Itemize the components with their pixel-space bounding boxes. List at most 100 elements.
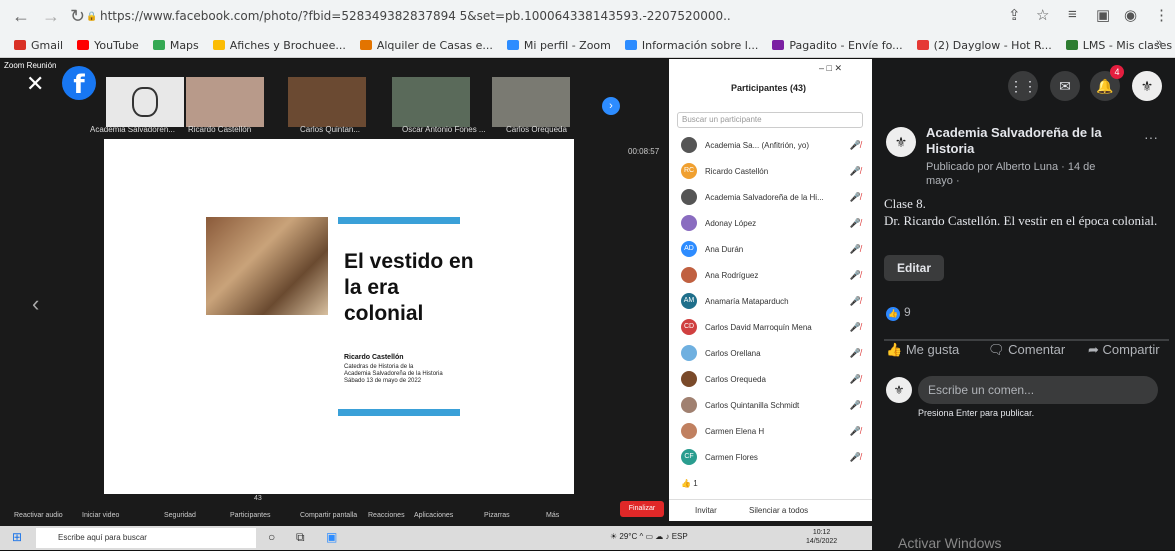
taskbar-search-input[interactable]: Escribe aquí para buscar [36, 528, 256, 548]
reload-icon[interactable]: ↻ [70, 6, 85, 27]
thumbnail-4[interactable] [492, 77, 570, 127]
thumbs-up-icon: 👍 [886, 342, 906, 357]
zoom-toolbar-button-2[interactable]: Seguridad [164, 512, 196, 519]
forward-icon[interactable]: → [42, 6, 60, 27]
bookmark-icon [77, 40, 90, 50]
bookmark-1[interactable]: YouTube [77, 36, 139, 54]
page-name[interactable]: Academia Salvadoreña de la Historia [926, 125, 1126, 157]
participant-avatar: AD [681, 241, 697, 257]
muted-mic-icon: 🎤̸ [849, 399, 861, 410]
thumbnail-0[interactable] [106, 77, 184, 127]
mute-all-button[interactable]: Silenciar a todos [749, 506, 808, 515]
comment-label: Comentar [1008, 342, 1066, 357]
participant-row[interactable]: Academia Salvadoreña de la Hi... 🎤̸ [681, 187, 861, 207]
zoom-toolbar-button-4[interactable]: Compartir pantalla [300, 512, 357, 519]
more-bookmarks-icon[interactable]: » [1156, 37, 1162, 49]
bookmark-2[interactable]: Maps [152, 36, 199, 54]
account-avatar-icon[interactable]: ⚜ [1132, 71, 1162, 101]
bookmark-8[interactable]: (2) Dayglow - Hot R... [916, 36, 1052, 54]
weather-temp: 29°C [619, 532, 638, 541]
next-thumbnails-icon[interactable]: › [602, 97, 620, 115]
cortana-icon[interactable]: ○ [268, 530, 275, 544]
panel-footer: Invitar Silenciar a todos [669, 499, 872, 521]
participant-row[interactable]: Carlos Quintanilla Schmidt 🎤̸ [681, 395, 861, 415]
participant-row[interactable]: CD Carlos David Marroquín Mena 🎤̸ [681, 317, 861, 337]
weather-icon: ☀ [610, 532, 620, 541]
profile-icon[interactable]: ◉ [1124, 6, 1137, 24]
messenger-icon[interactable]: ✉ [1050, 71, 1080, 101]
participant-row[interactable]: Ana Rodríguez 🎤̸ [681, 265, 861, 285]
participant-row[interactable]: Carlos Orequeda 🎤̸ [681, 369, 861, 389]
thumbnail-1[interactable] [186, 77, 264, 127]
bookmark-3[interactable]: Afiches y Brochuee... [212, 36, 346, 54]
end-meeting-button[interactable]: Finalizar [620, 501, 664, 517]
raised-hands: 👍 1 [681, 479, 698, 488]
participant-row[interactable]: AD Ana Durán 🎤̸ [681, 239, 861, 259]
zoom-toolbar-button-1[interactable]: Iniciar video [82, 512, 119, 519]
bookmark-4[interactable]: Alquiler de Casas e... [359, 36, 493, 54]
zoom-toolbar-button-6[interactable]: Aplicaciones [414, 512, 453, 519]
zoom-taskbar-icon[interactable]: ▣ [326, 530, 337, 544]
zoom-toolbar-button-3[interactable]: Participantes [230, 512, 270, 519]
zoom-toolbar-button-5[interactable]: Reacciones [368, 512, 405, 519]
bookmark-label: Pagadito - Envíe fo... [789, 38, 903, 52]
comment-button[interactable]: 🗨 Comentar [988, 342, 1065, 358]
windows-start-icon[interactable]: ⊞ [12, 530, 22, 544]
bookmark-label: Información sobre l... [641, 38, 759, 52]
participant-row[interactable]: Academia Sa... (Anfitrión, yo) 🎤̸ [681, 135, 861, 155]
participant-row[interactable]: Adonay López 🎤̸ [681, 213, 861, 233]
participant-avatar [681, 371, 697, 387]
back-icon[interactable]: ← [12, 6, 30, 27]
invite-button[interactable]: Invitar [695, 506, 717, 515]
participant-search-input[interactable]: Buscar un participante [677, 112, 863, 128]
participant-name: Carmen Flores [705, 452, 758, 462]
participant-name: Anamaría Mataparduch [705, 296, 789, 306]
thumbnail-label-0: Academia Salvadoreñ... [90, 125, 175, 134]
zoom-toolbar-button-0[interactable]: Reactivar audio [14, 512, 63, 519]
more-options-icon[interactable]: ··· [1144, 129, 1158, 145]
reading-list-icon[interactable]: ≡ [1068, 6, 1077, 23]
participant-row[interactable]: Carmen Elena H 🎤̸ [681, 421, 861, 441]
share-arrow-icon: ➦ [1088, 342, 1103, 357]
share-button[interactable]: ➦ Compartir [1088, 342, 1160, 358]
raised-hands-count: 1 [693, 479, 698, 488]
participant-avatar [681, 189, 697, 205]
url-bar[interactable]: https://www.facebook.com/photo/?fbid=528… [100, 5, 1000, 27]
bookmarks-bar: Gmail YouTube Maps Afiches y Brochuee... Alq… [14, 36, 1175, 54]
muted-mic-icon: 🎤̸ [849, 373, 861, 384]
bookmark-5[interactable]: Mi perfil - Zoom [506, 36, 611, 54]
window-controls-icon[interactable]: – □ ✕ [819, 63, 842, 74]
facebook-logo-icon[interactable]: f [62, 66, 96, 100]
close-icon[interactable]: ✕ [26, 71, 44, 97]
participant-name: Adonay López [705, 218, 757, 228]
slide-title: El vestido en la era colonial [344, 250, 474, 325]
thumbnail-label-4: Carlos Orequeda [506, 125, 567, 134]
thumbnail-2[interactable] [288, 77, 366, 127]
like-button[interactable]: 👍 Me gusta [886, 342, 959, 358]
edit-button[interactable]: Editar [884, 255, 944, 281]
zoom-toolbar-button-7[interactable]: Pizarras [484, 512, 510, 519]
muted-mic-icon: 🎤̸ [849, 425, 861, 436]
bookmark-0[interactable]: Gmail [14, 36, 63, 54]
zoom-toolbar-button-8[interactable]: Más [546, 512, 559, 519]
page-avatar-icon[interactable]: ⚜ [886, 127, 916, 157]
thumbnail-3[interactable] [392, 77, 470, 127]
participant-row[interactable]: AM Anamaría Mataparduch 🎤̸ [681, 291, 861, 311]
participant-row[interactable]: CF Carmen Flores 🎤̸ [681, 447, 861, 467]
bookmark-6[interactable]: Información sobre l... [624, 36, 759, 54]
apps-menu-icon[interactable]: ⋮⋮ [1008, 71, 1038, 101]
task-view-icon[interactable]: ⧉ [296, 530, 305, 545]
participants-title: Participantes (43) [731, 83, 807, 93]
star-icon[interactable]: ☆ [1036, 6, 1049, 24]
participant-row[interactable]: RC Ricardo Castellón 🎤̸ [681, 161, 861, 181]
share-icon[interactable]: ⇪ [1008, 6, 1021, 24]
participant-row[interactable]: Carlos Orellana 🎤̸ [681, 343, 861, 363]
post-text: Clase 8. Dr. Ricardo Castellón. El vesti… [884, 195, 1164, 229]
previous-photo-icon[interactable]: ‹ [32, 291, 39, 317]
bookmark-7[interactable]: Pagadito - Envíe fo... [772, 36, 903, 54]
commenter-avatar-icon: ⚜ [886, 377, 912, 403]
menu-icon[interactable]: ⋮ [1154, 6, 1169, 24]
sidepanel-icon[interactable]: ▣ [1096, 6, 1110, 24]
action-divider [884, 339, 1169, 341]
comment-input[interactable]: Escribe un comen... [918, 376, 1158, 404]
